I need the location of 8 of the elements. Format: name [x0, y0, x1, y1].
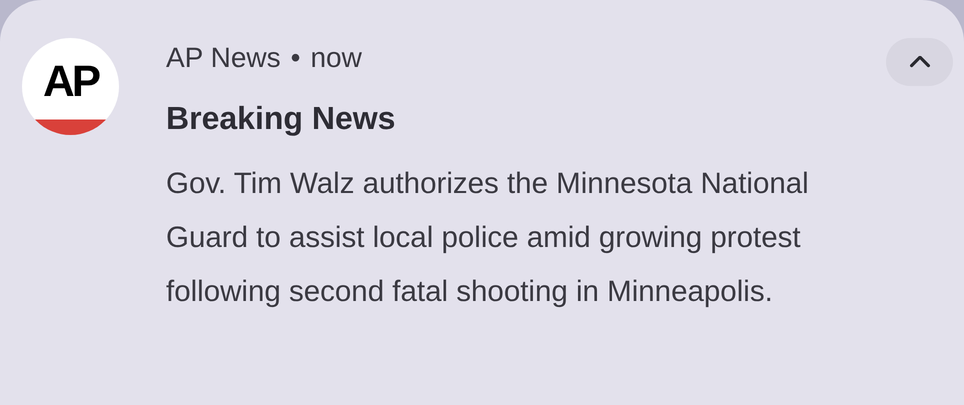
collapse-button[interactable] [886, 38, 953, 86]
timestamp: now [310, 42, 362, 74]
separator-dot: • [290, 42, 300, 74]
app-logo: AP [22, 38, 119, 135]
notification-body: Gov. Tim Walz authorizes the Minnesota National Guard to assist local police amid growing protest following second fatal shooting in Minneapolis. [166, 166, 810, 310]
chevron-icon [910, 56, 930, 68]
app-name: AP News [166, 42, 281, 74]
notification-title: Breaking News [166, 100, 396, 137]
